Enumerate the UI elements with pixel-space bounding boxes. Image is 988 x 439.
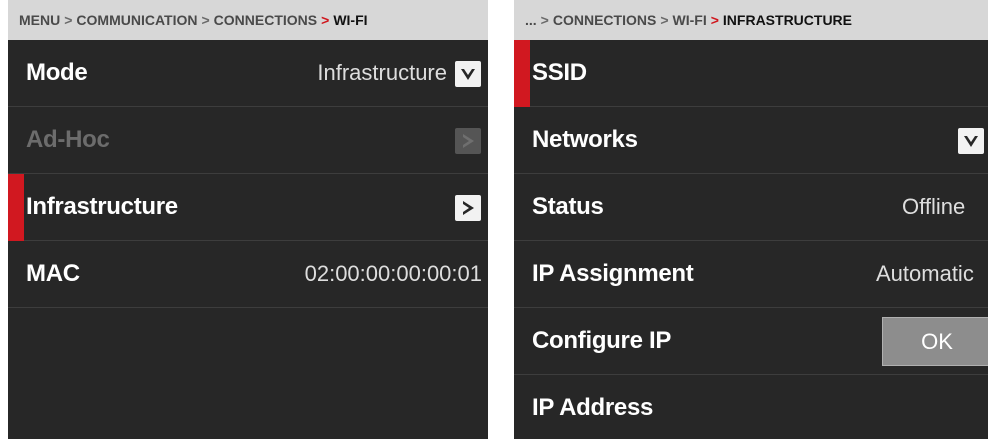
ip-assignment-value[interactable]: Automatic [876, 241, 974, 307]
ip-assignment-row[interactable]: IP Assignment Automatic [514, 241, 988, 308]
breadcrumb-current: WI-FI [333, 12, 368, 28]
chevron-down-icon[interactable] [958, 128, 984, 154]
networks-row[interactable]: Networks [514, 107, 988, 174]
infrastructure-menu-panel: ... > CONNECTIONS > WI-FI > INFRASTRUCTURE SSI… [514, 0, 988, 439]
mac-label: MAC [26, 260, 80, 287]
mac-value: 02:00:00:00:00:01 [304, 261, 482, 286]
status-value: Offline [902, 194, 966, 219]
breadcrumb-item-menu[interactable]: MENU [19, 12, 60, 28]
chevron-down-icon[interactable] [455, 61, 481, 87]
breadcrumb-separator-icon: > [540, 12, 549, 28]
configure-ip-row[interactable]: Configure IP OK [514, 308, 988, 375]
configure-ip-label: Configure IP [532, 327, 672, 354]
breadcrumb-separator-icon: > [64, 12, 73, 28]
breadcrumb-item-ellipsis[interactable]: ... [525, 12, 537, 28]
breadcrumb-separator-icon: > [660, 12, 669, 28]
infrastructure-row[interactable]: Infrastructure [8, 174, 488, 241]
wifi-menu-panel: MENU > COMMUNICATION > CONNECTIONS > WI-FI Mod… [8, 0, 488, 439]
adhoc-row[interactable]: Ad-Hoc [8, 107, 488, 174]
ip-address-label: IP Address [532, 394, 654, 421]
breadcrumb-item-connections[interactable]: CONNECTIONS [553, 12, 656, 28]
breadcrumb: MENU > COMMUNICATION > CONNECTIONS > WI-FI [8, 0, 488, 40]
breadcrumb-item-communication[interactable]: COMMUNICATION [76, 12, 197, 28]
mode-value[interactable]: Infrastructure [317, 40, 447, 106]
selection-indicator [514, 40, 530, 107]
status-row: Status Offline [514, 174, 988, 241]
mac-row: MAC 02:00:00:00:00:01 [8, 241, 488, 308]
infrastructure-label: Infrastructure [26, 193, 178, 220]
status-label: Status [532, 193, 604, 220]
adhoc-label: Ad-Hoc [26, 126, 110, 153]
chevron-right-icon[interactable] [455, 128, 481, 154]
breadcrumb: ... > CONNECTIONS > WI-FI > INFRASTRUCTURE [514, 0, 988, 40]
breadcrumb-separator-icon: > [201, 12, 210, 28]
breadcrumb-item-wifi[interactable]: WI-FI [673, 12, 707, 28]
ok-button[interactable]: OK [882, 317, 988, 366]
ip-address-row: IP Address [514, 375, 988, 439]
selection-indicator [8, 174, 24, 241]
breadcrumb-separator-active-icon: > [710, 12, 719, 28]
ssid-label: SSID [532, 59, 587, 86]
mode-row[interactable]: Mode Infrastructure [8, 40, 488, 107]
ssid-row[interactable]: SSID [514, 40, 988, 107]
chevron-right-icon[interactable] [455, 195, 481, 221]
breadcrumb-separator-active-icon: > [321, 12, 330, 28]
ip-assignment-label: IP Assignment [532, 260, 694, 287]
breadcrumb-item-connections[interactable]: CONNECTIONS [214, 12, 317, 28]
networks-label: Networks [532, 126, 638, 153]
mode-label: Mode [26, 59, 88, 86]
breadcrumb-current: INFRASTRUCTURE [722, 12, 853, 28]
